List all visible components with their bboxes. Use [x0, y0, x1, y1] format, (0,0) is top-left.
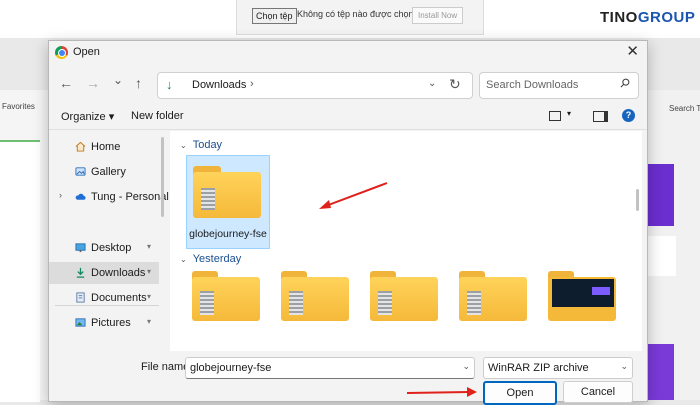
- pictures-icon: [75, 318, 86, 327]
- view-icon[interactable]: [549, 111, 561, 121]
- dialog-titlebar: Open ✕: [49, 41, 647, 65]
- folder-thumbnail: [552, 279, 614, 307]
- sidebar-item-downloads[interactable]: Downloads ▾: [49, 262, 159, 284]
- background-thumbnail-2: [646, 344, 674, 400]
- sidebar-item-documents[interactable]: Documents ▾: [49, 287, 159, 309]
- pin-icon[interactable]: ▾: [147, 242, 151, 251]
- open-file-dialog: Open ✕ ← → ⌄ ↑ ↓ Downloads › ⌄ ↻ Search …: [48, 40, 648, 405]
- brand-logo: TINOGROUP: [600, 9, 695, 26]
- cloud-icon: [75, 193, 86, 200]
- preview-pane-icon[interactable]: [593, 111, 608, 122]
- sidebar-item-gallery[interactable]: Gallery: [49, 161, 159, 183]
- help-icon[interactable]: ?: [622, 109, 635, 122]
- background-search-label: Search Tl: [669, 104, 700, 113]
- address-dropdown-icon[interactable]: ⌄: [428, 78, 436, 89]
- view-dropdown-icon[interactable]: ▾: [567, 109, 571, 118]
- annotation-arrow-icon: [319, 182, 388, 209]
- install-now-button[interactable]: Install Now: [412, 7, 464, 24]
- address-downloads[interactable]: Downloads: [192, 79, 246, 91]
- desktop-icon: [75, 243, 86, 253]
- group-label: Today: [192, 139, 223, 151]
- group-label: Yesterday: [192, 253, 242, 265]
- dialog-footer: File name: globejourney-fse ⌄ WinRAR ZIP…: [49, 351, 647, 405]
- open-button[interactable]: Open: [483, 381, 557, 405]
- content-scrollbar[interactable]: [636, 189, 639, 211]
- search-icon: [620, 78, 630, 88]
- brand-part1: TINO: [600, 9, 638, 26]
- breadcrumb-chevron-icon[interactable]: ›: [250, 78, 254, 90]
- refresh-icon[interactable]: ↻: [449, 76, 461, 93]
- favorites-label: Favorites: [2, 102, 35, 111]
- address-bar[interactable]: ↓ Downloads › ⌄ ↻: [157, 72, 473, 99]
- file-name-value: globejourney-fse: [190, 362, 272, 374]
- recent-locations-button[interactable]: ⌄: [113, 72, 123, 88]
- gallery-icon: [75, 167, 86, 176]
- navigation-pane: Home Gallery › Tung - Personal Desktop ▾: [49, 131, 169, 351]
- file-item[interactable]: [459, 271, 529, 331]
- navigation-bar: ← → ⌄ ↑ ↓ Downloads › ⌄ ↻ Search Downloa…: [49, 66, 647, 102]
- sidebar-scrollbar[interactable]: [161, 137, 164, 217]
- expand-chevron-icon[interactable]: ›: [59, 190, 62, 200]
- chrome-icon: [55, 46, 68, 59]
- download-icon: [76, 267, 85, 278]
- up-button[interactable]: ↑: [135, 75, 142, 91]
- search-placeholder: Search Downloads: [486, 79, 579, 91]
- sidebar-item-desktop[interactable]: Desktop ▾: [49, 237, 159, 259]
- new-folder-button[interactable]: New folder: [131, 110, 184, 122]
- annotation-arrow-icon: [406, 387, 477, 397]
- sidebar-item-label: Downloads: [91, 267, 146, 279]
- back-button[interactable]: ←: [59, 75, 73, 91]
- zip-folder-icon: [467, 291, 481, 315]
- zip-folder-icon: [378, 291, 392, 315]
- no-file-text: Không có tệp nào được chọn: [297, 9, 414, 19]
- dialog-title: Open: [73, 46, 100, 58]
- file-type-value: WinRAR ZIP archive: [488, 362, 589, 374]
- chevron-down-icon[interactable]: ⌄: [462, 361, 470, 372]
- collapse-chevron-icon[interactable]: ⌄: [180, 141, 187, 150]
- collapse-chevron-icon[interactable]: ⌄: [180, 255, 187, 264]
- documents-icon: [76, 292, 85, 303]
- home-icon: [75, 141, 86, 152]
- choose-file-button[interactable]: Chọn tệp: [252, 8, 297, 24]
- file-name: globejourney-fse: [189, 228, 267, 240]
- zip-folder-icon: [289, 291, 303, 315]
- sidebar-item-label: Gallery: [91, 166, 126, 178]
- close-button[interactable]: ✕: [626, 43, 639, 61]
- sidebar-item-pictures[interactable]: Pictures ▾: [49, 312, 159, 334]
- sidebar-item-label: Pictures: [91, 317, 131, 329]
- file-list: ⌄ Today globejourney-fse ⌄ Yesterday: [170, 131, 642, 351]
- chevron-down-icon[interactable]: ⌄: [620, 361, 628, 372]
- file-type-select[interactable]: WinRAR ZIP archive ⌄: [483, 357, 633, 379]
- group-header-today[interactable]: ⌄ Today: [180, 139, 222, 151]
- forward-button[interactable]: →: [86, 75, 100, 91]
- download-icon: ↓: [166, 77, 173, 92]
- sidebar-item-label: Home: [91, 141, 121, 153]
- zip-folder-icon: [193, 166, 261, 218]
- pin-icon[interactable]: ▾: [147, 292, 151, 301]
- file-item[interactable]: [192, 271, 262, 331]
- organize-button[interactable]: Organize ▾: [61, 110, 114, 123]
- brand-part2: GROUP: [637, 9, 696, 26]
- sidebar-item-onedrive[interactable]: › Tung - Personal: [49, 186, 169, 208]
- background-left-card: [0, 140, 40, 402]
- file-item[interactable]: [548, 271, 618, 331]
- sidebar-item-label: Desktop: [91, 242, 132, 254]
- sidebar-item-label: Documents: [91, 292, 147, 304]
- pin-icon[interactable]: ▾: [147, 267, 151, 276]
- search-box[interactable]: Search Downloads: [479, 72, 639, 99]
- background-text-block: [646, 236, 676, 276]
- command-bar: Organize ▾ New folder ▾ ?: [49, 103, 647, 130]
- file-name-field[interactable]: globejourney-fse ⌄: [185, 357, 475, 379]
- file-item[interactable]: [370, 271, 440, 331]
- file-item-selected[interactable]: globejourney-fse: [186, 155, 270, 249]
- zip-folder-icon: [200, 291, 214, 315]
- pin-icon[interactable]: ▾: [147, 317, 151, 326]
- sidebar-item-home[interactable]: Home: [49, 136, 159, 158]
- background-thumbnail: [646, 164, 674, 226]
- sidebar-item-label: Tung - Personal: [91, 191, 169, 203]
- group-header-yesterday[interactable]: ⌄ Yesterday: [180, 253, 241, 265]
- file-item[interactable]: [281, 271, 351, 331]
